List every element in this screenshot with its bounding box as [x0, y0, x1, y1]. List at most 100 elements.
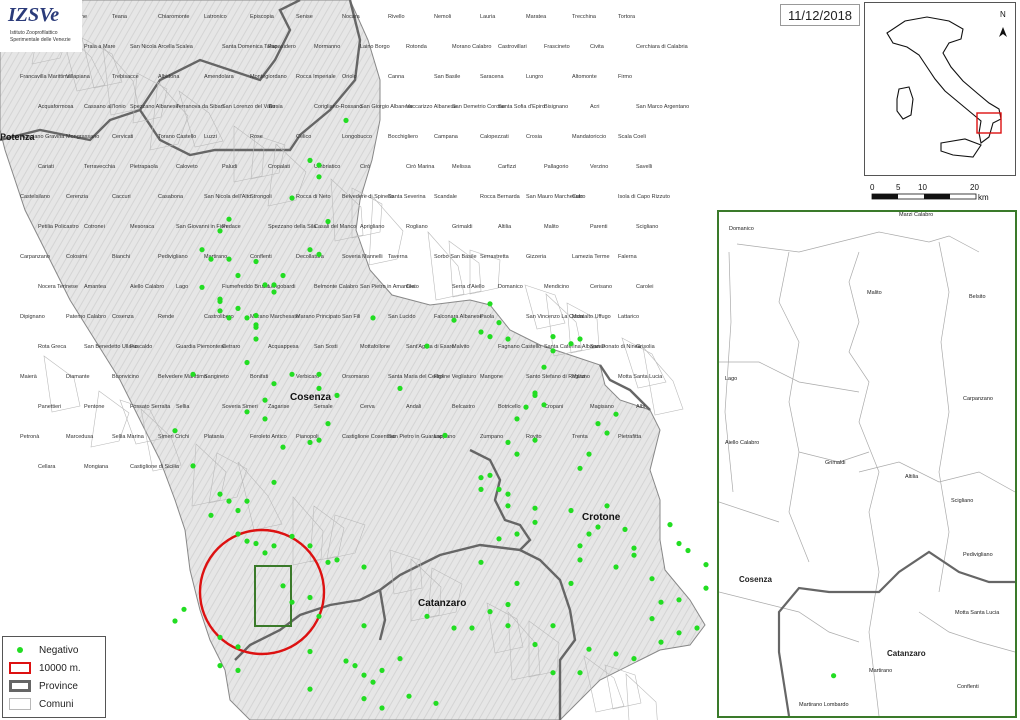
- negative-sample-point[interactable]: [379, 667, 385, 674]
- negative-sample-point[interactable]: [613, 411, 619, 417]
- negative-sample-point[interactable]: [622, 526, 628, 533]
- negative-sample-point[interactable]: [478, 486, 484, 492]
- negative-sample-point[interactable]: [271, 289, 277, 295]
- negative-sample-point[interactable]: [235, 272, 241, 279]
- negative-sample-point[interactable]: [604, 503, 610, 509]
- negative-sample-point[interactable]: [469, 625, 475, 631]
- negative-sample-point[interactable]: [406, 693, 412, 699]
- negative-sample-point[interactable]: [694, 625, 700, 631]
- negative-sample-point[interactable]: [325, 218, 331, 225]
- inset-point[interactable]: [831, 673, 837, 679]
- negative-sample-point[interactable]: [424, 613, 430, 619]
- negative-sample-point[interactable]: [361, 623, 367, 629]
- negative-sample-point[interactable]: [172, 428, 178, 434]
- negative-sample-point[interactable]: [307, 247, 313, 253]
- negative-sample-point[interactable]: [523, 404, 529, 410]
- negative-sample-point[interactable]: [487, 609, 493, 615]
- negative-sample-point[interactable]: [244, 498, 250, 504]
- negative-sample-point[interactable]: [262, 550, 268, 556]
- negative-sample-point[interactable]: [631, 545, 637, 551]
- negative-sample-point[interactable]: [550, 334, 556, 340]
- negative-sample-point[interactable]: [424, 343, 430, 349]
- negative-sample-point[interactable]: [271, 479, 277, 485]
- negative-sample-point[interactable]: [253, 312, 259, 319]
- negative-sample-point[interactable]: [334, 392, 340, 398]
- negative-sample-point[interactable]: [631, 656, 637, 662]
- negative-sample-point[interactable]: [685, 547, 691, 554]
- negative-sample-point[interactable]: [532, 437, 538, 443]
- negative-sample-point[interactable]: [208, 256, 214, 262]
- negative-sample-point[interactable]: [199, 247, 205, 253]
- negative-sample-point[interactable]: [514, 451, 520, 457]
- negative-sample-point[interactable]: [532, 505, 538, 511]
- negative-sample-point[interactable]: [271, 381, 277, 387]
- negative-sample-point[interactable]: [217, 663, 223, 669]
- negative-sample-point[interactable]: [433, 700, 439, 706]
- negative-sample-point[interactable]: [703, 585, 709, 591]
- negative-sample-point[interactable]: [217, 634, 223, 641]
- negative-sample-point[interactable]: [316, 437, 322, 443]
- negative-sample-point[interactable]: [586, 531, 592, 537]
- negative-sample-point[interactable]: [577, 543, 583, 549]
- negative-sample-point[interactable]: [676, 630, 682, 636]
- negative-sample-point[interactable]: [568, 580, 574, 587]
- negative-sample-point[interactable]: [568, 507, 574, 514]
- negative-sample-point[interactable]: [487, 334, 493, 340]
- negative-sample-point[interactable]: [487, 472, 493, 478]
- negative-sample-point[interactable]: [343, 658, 349, 664]
- negative-sample-point[interactable]: [343, 117, 349, 123]
- negative-sample-point[interactable]: [631, 552, 637, 558]
- negative-sample-point[interactable]: [271, 543, 277, 549]
- negative-sample-point[interactable]: [235, 531, 241, 537]
- negative-sample-point[interactable]: [397, 656, 403, 662]
- negative-sample-point[interactable]: [577, 465, 583, 471]
- inset-map[interactable]: Domanico Malito Belsito Lago Carpanzano Aiell…: [717, 210, 1017, 718]
- negative-sample-point[interactable]: [550, 670, 556, 676]
- negative-sample-point[interactable]: [307, 594, 313, 601]
- negative-sample-point[interactable]: [325, 421, 331, 427]
- negative-sample-point[interactable]: [226, 256, 232, 262]
- negative-sample-point[interactable]: [244, 359, 250, 366]
- negative-sample-point[interactable]: [316, 385, 322, 391]
- negative-sample-point[interactable]: [289, 533, 295, 540]
- negative-sample-point[interactable]: [352, 663, 358, 669]
- negative-sample-point[interactable]: [361, 564, 367, 570]
- negative-sample-point[interactable]: [532, 641, 538, 648]
- negative-sample-point[interactable]: [316, 162, 322, 168]
- negative-sample-point[interactable]: [496, 320, 502, 326]
- negative-sample-point[interactable]: [262, 416, 268, 422]
- negative-sample-point[interactable]: [604, 430, 610, 436]
- negative-sample-point[interactable]: [505, 601, 511, 608]
- negative-sample-point[interactable]: [217, 308, 223, 314]
- negative-sample-point[interactable]: [397, 385, 403, 391]
- negative-sample-point[interactable]: [172, 618, 178, 624]
- negative-sample-point[interactable]: [586, 646, 592, 652]
- negative-sample-point[interactable]: [217, 298, 223, 304]
- negative-sample-point[interactable]: [496, 486, 502, 492]
- negative-sample-point[interactable]: [442, 432, 448, 438]
- negative-sample-point[interactable]: [478, 559, 484, 565]
- negative-sample-point[interactable]: [568, 341, 574, 347]
- negative-sample-point[interactable]: [676, 540, 682, 547]
- negative-sample-point[interactable]: [451, 625, 457, 631]
- negative-sample-point[interactable]: [649, 576, 655, 582]
- negative-sample-point[interactable]: [514, 531, 520, 537]
- negative-sample-point[interactable]: [658, 599, 664, 605]
- negative-sample-point[interactable]: [235, 305, 241, 311]
- negative-sample-point[interactable]: [577, 336, 583, 342]
- negative-sample-point[interactable]: [190, 463, 196, 469]
- negative-sample-point[interactable]: [505, 439, 511, 445]
- negative-sample-point[interactable]: [262, 282, 268, 288]
- negative-sample-point[interactable]: [541, 364, 547, 370]
- negative-sample-point[interactable]: [370, 315, 376, 321]
- negative-sample-point[interactable]: [667, 522, 673, 528]
- negative-sample-point[interactable]: [289, 599, 295, 605]
- negative-sample-point[interactable]: [289, 371, 295, 377]
- negative-sample-point[interactable]: [586, 451, 592, 457]
- negative-sample-point[interactable]: [541, 402, 547, 408]
- negative-sample-point[interactable]: [253, 324, 259, 330]
- negative-sample-point[interactable]: [307, 686, 313, 692]
- negative-sample-point[interactable]: [280, 272, 286, 279]
- negative-sample-point[interactable]: [532, 390, 538, 396]
- negative-sample-point[interactable]: [253, 540, 259, 547]
